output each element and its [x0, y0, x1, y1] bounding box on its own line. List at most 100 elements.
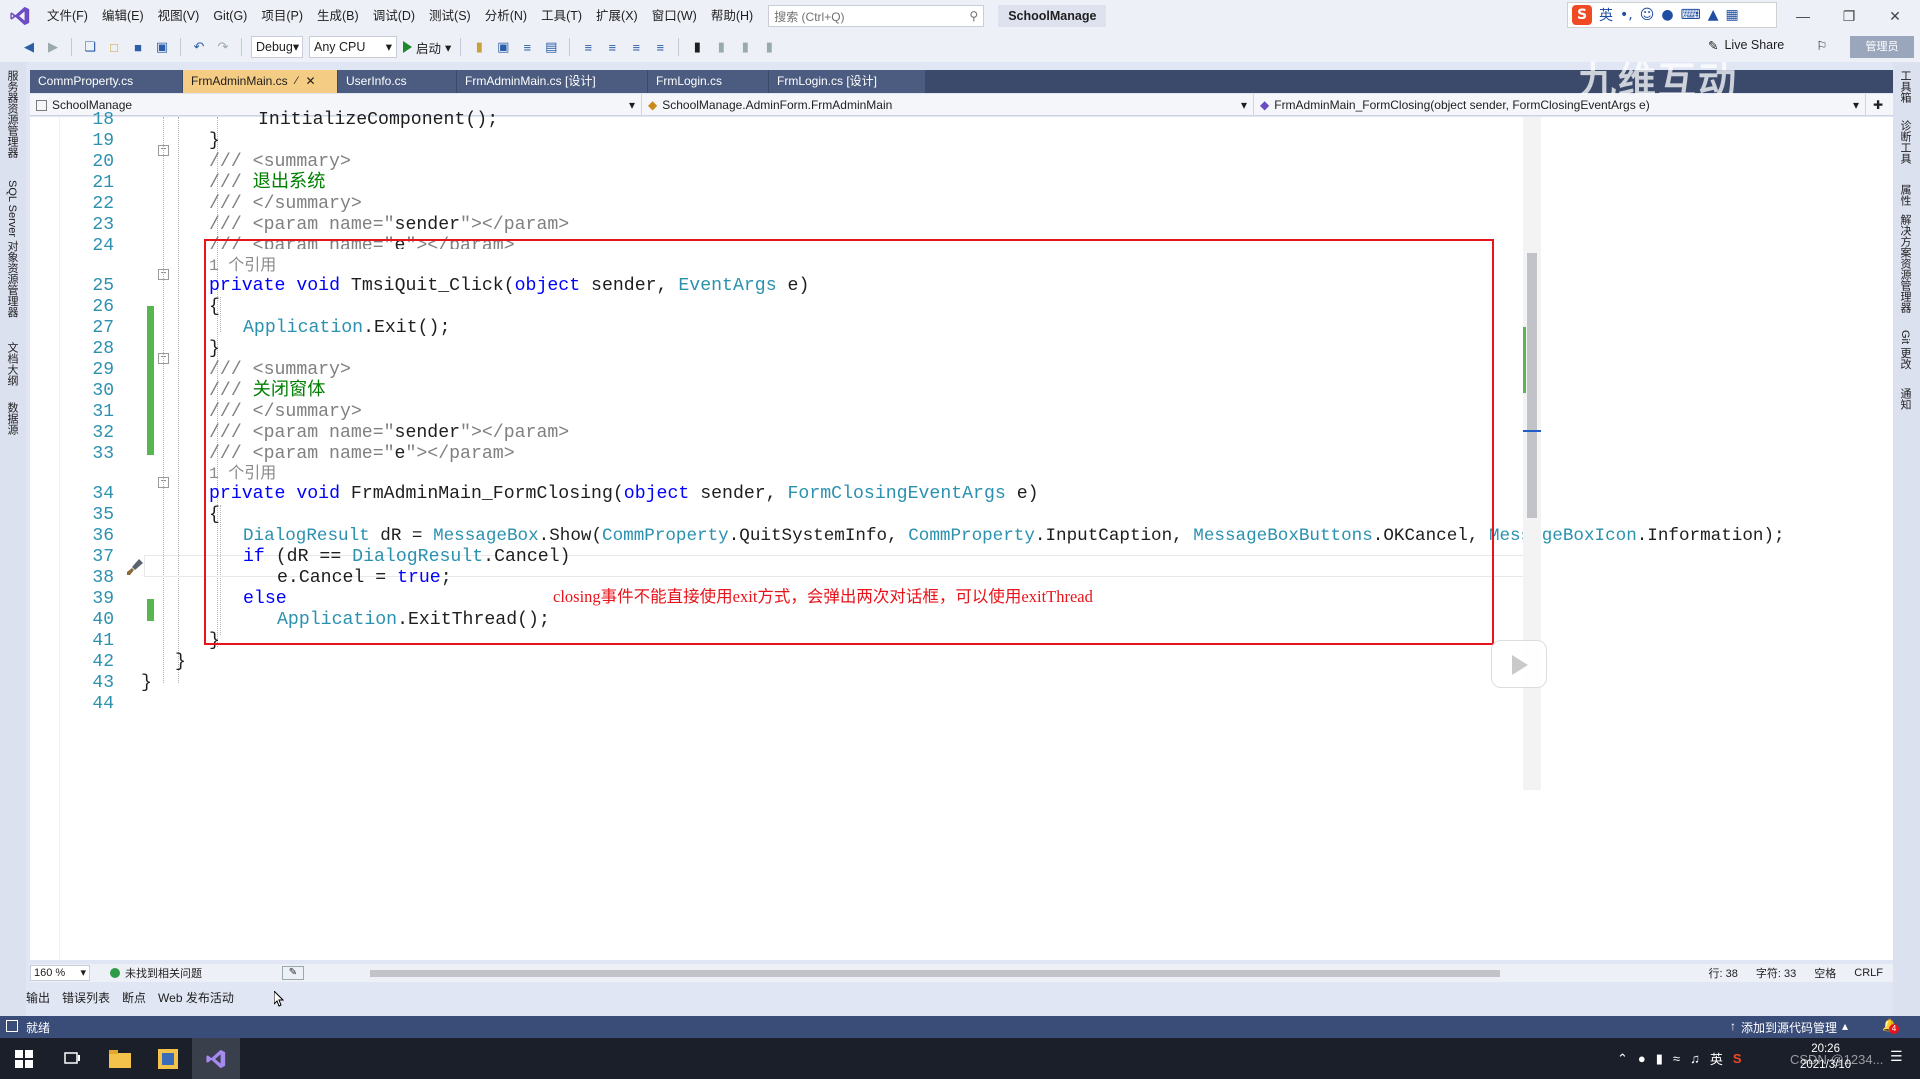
pin-icon[interactable]: ∕ [296, 70, 298, 93]
system-clock[interactable]: 20:26 2021/3/10 [1800, 1041, 1851, 1073]
next-bookmark-icon[interactable]: ▮ [736, 38, 754, 56]
tab-frmadminmain[interactable]: FrmAdminMain.cs ∕ ✕ [183, 70, 337, 93]
screenshot-icon[interactable]: ▣ [494, 38, 512, 56]
forward-icon[interactable]: ▶ [44, 38, 62, 56]
start-debug-button[interactable]: 启动 ▾ [403, 38, 451, 57]
ime-language[interactable]: 英 [1599, 5, 1613, 25]
action-center-icon[interactable]: ☰ [1890, 1048, 1910, 1068]
menu-edit[interactable]: 编辑(E) [95, 0, 151, 32]
clear-bookmarks-icon[interactable]: ▮ [760, 38, 778, 56]
menu-build[interactable]: 生成(B) [310, 0, 366, 32]
menu-help[interactable]: 帮助(H) [704, 0, 760, 32]
task-view-icon[interactable] [48, 1038, 96, 1079]
visual-studio-logo-icon[interactable] [0, 0, 40, 32]
windows-start-icon[interactable] [0, 1038, 48, 1079]
keyboard-icon[interactable]: ⌨ [1681, 7, 1701, 23]
toolbox-tab[interactable]: 工具箱 [1897, 70, 1913, 103]
menu-project[interactable]: 项目(P) [254, 0, 310, 32]
microphone-icon[interactable]: ● [1638, 1051, 1646, 1066]
browse-icon[interactable]: ▮ [470, 38, 488, 56]
git-changes-tab[interactable]: Git 更改 [1897, 330, 1913, 369]
tab-error-list[interactable]: 错误列表 [62, 989, 110, 1006]
menu-tools[interactable]: 工具(T) [534, 0, 589, 32]
undo-icon[interactable]: ↶ [190, 38, 208, 56]
indent-icon[interactable]: ≡ [579, 38, 597, 56]
notifications-bell-icon[interactable]: 🔔 4 [1882, 1018, 1899, 1034]
menu-view[interactable]: 视图(V) [151, 0, 207, 32]
menu-file[interactable]: 文件(F) [40, 0, 95, 32]
menu-window[interactable]: 窗口(W) [645, 0, 704, 32]
close-tab-icon[interactable]: ✕ [306, 70, 316, 93]
save-all-icon[interactable]: ▣ [153, 38, 171, 56]
tools-icon[interactable]: ▦ [1726, 7, 1739, 23]
vertical-scrollbar[interactable] [1523, 117, 1541, 790]
python-app-icon[interactable] [144, 1038, 192, 1079]
open-file-icon[interactable]: □ [105, 38, 123, 56]
prev-bookmark-icon[interactable]: ▮ [712, 38, 730, 56]
tab-userinfo[interactable]: UserInfo.cs [338, 70, 456, 93]
eol-indicator[interactable]: CRLF [1854, 967, 1883, 979]
solution-config-dropdown[interactable]: Debug ▾ [251, 36, 303, 58]
horizontal-scrollbar[interactable] [335, 968, 1670, 978]
quick-actions-brush-icon[interactable] [125, 557, 145, 577]
tab-breakpoints[interactable]: 断点 [122, 989, 146, 1006]
video-play-overlay[interactable] [1491, 640, 1547, 688]
data-sources-tab[interactable]: 数据源 [4, 402, 20, 435]
scrollbar-thumb[interactable] [370, 970, 1500, 977]
save-icon[interactable]: ■ [129, 38, 147, 56]
document-outline-tab[interactable]: 文档大纲 [4, 342, 20, 386]
platform-dropdown[interactable]: Any CPU ▾ [309, 36, 397, 58]
visual-studio-taskbar-icon[interactable] [192, 1038, 240, 1079]
layout-icon[interactable]: ▤ [542, 38, 560, 56]
emoji-icon[interactable]: ☺ [1640, 7, 1655, 23]
menu-extensions[interactable]: 扩展(X) [589, 0, 645, 32]
bookmark-icon[interactable]: ▮ [688, 38, 706, 56]
notifications-tab[interactable]: 通知 [1897, 388, 1913, 410]
tab-frmlogin-design[interactable]: FrmLogin.cs [设计] [769, 70, 925, 93]
line-indicator[interactable]: 行: 38 [1709, 965, 1738, 981]
diagnostic-tools-tab[interactable]: 诊断工具 [1897, 120, 1913, 164]
class-dropdown[interactable]: ◆ SchoolManage.AdminForm.FrmAdminMain ▾ [642, 94, 1254, 116]
feedback-icon[interactable]: ⚐ [1816, 38, 1827, 53]
code-editor[interactable]: 18 19 20 21 22 23 24 25 26 27 28 29 30 3… [30, 110, 1893, 960]
comment-icon[interactable]: ≡ [627, 38, 645, 56]
new-project-icon[interactable]: ❏ [81, 38, 99, 56]
brush-options-icon[interactable]: ✎ [282, 966, 304, 980]
whitespace-indicator[interactable]: 空格 [1814, 965, 1836, 981]
member-dropdown[interactable]: ◆ FrmAdminMain_FormClosing(object sender,… [1254, 94, 1866, 116]
properties-tab[interactable]: 属性 [1897, 184, 1913, 206]
minimize-icon[interactable]: — [1780, 0, 1826, 32]
char-indicator[interactable]: 字符: 33 [1756, 965, 1796, 981]
volume-icon[interactable]: ♫ [1690, 1051, 1700, 1066]
solution-explorer-tab[interactable]: 解决方案资源管理器 [1897, 214, 1913, 313]
split-editor-icon[interactable]: ✚ [1866, 94, 1890, 115]
sql-server-explorer-tab[interactable]: SQL Server 对象资源管理器 [4, 180, 20, 317]
tab-web-publish[interactable]: Web 发布活动 [158, 989, 234, 1006]
menu-debug[interactable]: 调试(D) [366, 0, 422, 32]
add-to-source-control-button[interactable]: ↑ 添加到源代码管理 ▴ [1730, 1019, 1848, 1036]
search-input[interactable]: 搜索 (Ctrl+Q) ⚲ [768, 5, 985, 27]
ime-indicator[interactable]: 英 [1710, 1049, 1723, 1068]
ime-toolbar[interactable]: S 英 •, ☺ ● ⌨ ▲ ▦ [1567, 2, 1777, 28]
tab-frmadminmain-design[interactable]: FrmAdminMain.cs [设计] [457, 70, 647, 93]
sogou-ime-icon[interactable]: S [1572, 5, 1592, 25]
back-icon[interactable]: ◀ [20, 38, 38, 56]
wifi-icon[interactable]: ≈ [1673, 1051, 1680, 1066]
voice-icon[interactable]: ● [1661, 7, 1673, 23]
chevron-up-icon[interactable]: ⌃ [1617, 1051, 1628, 1067]
zoom-dropdown[interactable]: 160 % ▾ [30, 965, 90, 981]
restore-icon[interactable]: ❐ [1826, 0, 1872, 32]
tab-commproperty[interactable]: CommProperty.cs [30, 70, 182, 93]
file-explorer-icon[interactable] [96, 1038, 144, 1079]
chevron-down-icon[interactable]: ▾ [445, 40, 451, 55]
menu-git[interactable]: Git(G) [206, 0, 254, 32]
server-explorer-tab[interactable]: 服务器资源管理器 [4, 70, 20, 158]
menu-test[interactable]: 测试(S) [422, 0, 478, 32]
tab-frmlogin[interactable]: FrmLogin.cs [648, 70, 768, 93]
redo-icon[interactable]: ↷ [214, 38, 232, 56]
battery-icon[interactable]: ▮ [1656, 1051, 1663, 1067]
uncomment-icon[interactable]: ≡ [651, 38, 669, 56]
issues-indicator[interactable]: 未找到相关问题 [110, 965, 202, 981]
outdent-icon[interactable]: ≡ [603, 38, 621, 56]
skin-icon[interactable]: ▲ [1708, 7, 1719, 23]
